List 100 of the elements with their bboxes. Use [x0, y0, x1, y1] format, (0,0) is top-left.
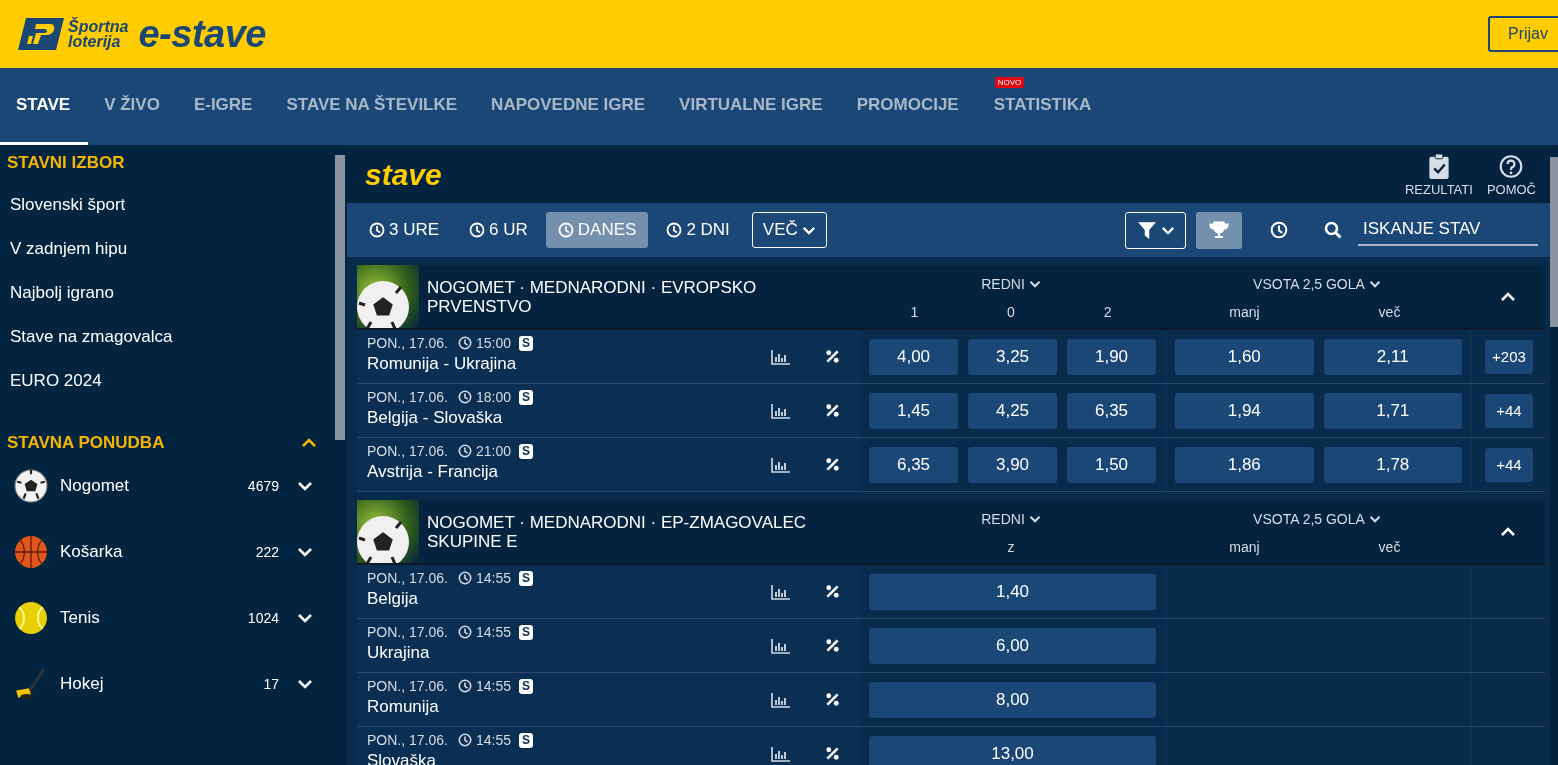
- odds-button[interactable]: 1,71: [1323, 392, 1462, 429]
- odds-button[interactable]: 1,90: [1067, 338, 1156, 375]
- action-link[interactable]: POMOČ: [1486, 182, 1536, 197]
- percent-icon[interactable]: [824, 692, 840, 707]
- event-date: PON., 17.06.: [367, 335, 448, 351]
- event-name[interactable]: Belgija: [367, 589, 756, 609]
- percent-icon[interactable]: [824, 746, 840, 761]
- chevron-icon[interactable]: [297, 547, 313, 557]
- odds-button[interactable]: 6,35: [869, 446, 958, 483]
- column-label: več: [1378, 539, 1401, 555]
- odds-button[interactable]: 1,60: [1175, 338, 1314, 375]
- filter-dropdown[interactable]: [1125, 211, 1186, 249]
- more-bets-button[interactable]: +44: [1485, 447, 1533, 482]
- nav-tab[interactable]: STAVE NA ŠTEVILKE: [270, 90, 476, 145]
- bar-chart-icon[interactable]: [771, 745, 791, 762]
- sport-item[interactable]: Tenis: [60, 608, 248, 628]
- clock-icon[interactable]: [1270, 221, 1288, 239]
- market-dropdown[interactable]: VSOTA 2,5 GOLA: [1253, 511, 1381, 527]
- search-icon[interactable]: [1324, 221, 1342, 239]
- odds-button[interactable]: 6,00: [869, 627, 1156, 664]
- time-filter-button[interactable]: 6 UR: [457, 212, 540, 248]
- event-count: 17: [263, 676, 279, 692]
- bar-chart-icon[interactable]: [771, 456, 791, 473]
- league-title: NOGOMET · MEDNARODNI · EP-ZMAGOVALEC SKUPINE E: [427, 512, 808, 551]
- sport-item[interactable]: Hokej: [60, 674, 264, 694]
- clock-icon: [457, 679, 472, 693]
- action-link[interactable]: REZULTATI: [1405, 182, 1473, 197]
- bar-chart-icon[interactable]: [771, 691, 791, 708]
- help-icon[interactable]: [1499, 153, 1524, 180]
- odds-button[interactable]: 8,00: [869, 681, 1156, 718]
- login-button[interactable]: Prijav: [1488, 16, 1558, 52]
- caret-icon[interactable]: [301, 438, 317, 448]
- time-filter-button[interactable]: 3 URE: [357, 212, 452, 248]
- odds-button[interactable]: 1,78: [1323, 446, 1462, 483]
- sidebar-item[interactable]: Slovenski šport: [0, 183, 335, 227]
- nav-tab[interactable]: V ŽIVO: [88, 90, 178, 145]
- event-name[interactable]: Romunija: [367, 697, 756, 717]
- bar-chart-icon[interactable]: [771, 583, 791, 600]
- more-bets-button[interactable]: +203: [1485, 339, 1533, 374]
- sidebar-item[interactable]: Najbolj igrano: [0, 271, 335, 315]
- percent-icon[interactable]: [824, 403, 840, 418]
- sport-item[interactable]: Nogomet: [60, 476, 248, 496]
- trophy-filter-button[interactable]: [1196, 211, 1242, 249]
- percent-icon[interactable]: [824, 584, 840, 599]
- odds-button[interactable]: 1,86: [1175, 446, 1314, 483]
- nav-tab[interactable]: STATISTIKA: [976, 90, 1109, 145]
- odds-button[interactable]: 13,00: [869, 735, 1156, 765]
- chevron-icon: [1028, 280, 1041, 288]
- nav-tab[interactable]: VIRTUALNE IGRE: [663, 90, 841, 145]
- odds-button[interactable]: 1,50: [1067, 446, 1156, 483]
- nav-tab[interactable]: E-IGRE: [177, 90, 271, 145]
- sidebar-item[interactable]: Stave na zmagovalca: [0, 315, 335, 359]
- event-name[interactable]: Romunija - Ukrajina: [367, 354, 756, 374]
- bar-chart-icon[interactable]: [771, 402, 791, 419]
- odds-button[interactable]: 1,40: [869, 573, 1156, 610]
- scrollbar-thumb[interactable]: [335, 155, 345, 440]
- more-bets-button[interactable]: +44: [1485, 393, 1533, 428]
- market-dropdown[interactable]: VSOTA 2,5 GOLA: [1253, 276, 1381, 292]
- odds-button[interactable]: 1,94: [1175, 392, 1314, 429]
- event-name[interactable]: Belgija - Slovaška: [367, 408, 756, 428]
- league-title: NOGOMET · MEDNARODNI · EVROPSKO PRVENSTVO: [427, 277, 758, 316]
- event-time: 14:55: [475, 624, 511, 640]
- percent-icon[interactable]: [824, 457, 840, 472]
- market-dropdown[interactable]: REDNI: [981, 511, 1041, 527]
- chevron-icon[interactable]: [1499, 291, 1516, 302]
- percent-icon[interactable]: [824, 349, 840, 364]
- nav-tab[interactable]: PROMOCIJE: [840, 90, 977, 145]
- event-name[interactable]: Avstrija - Francija: [367, 462, 756, 482]
- event-time: 18:00: [475, 389, 511, 405]
- search-field[interactable]: ISKANJE STAV: [1358, 214, 1538, 246]
- chevron-icon[interactable]: [297, 679, 313, 689]
- chevron-icon: [1160, 225, 1175, 235]
- odds-button[interactable]: 4,25: [968, 392, 1057, 429]
- event-name[interactable]: Ukrajina: [367, 643, 756, 663]
- scrollbar-thumb[interactable]: [1550, 157, 1558, 327]
- clock-icon: [469, 222, 486, 238]
- percent-icon[interactable]: [824, 638, 840, 653]
- odds-button[interactable]: 3,90: [968, 446, 1057, 483]
- sidebar-item[interactable]: V zadnjem hipu: [0, 227, 335, 271]
- clipboard-check-icon[interactable]: [1426, 153, 1451, 180]
- market-dropdown[interactable]: REDNI: [981, 276, 1041, 292]
- odds-button[interactable]: 1,45: [869, 392, 958, 429]
- odds-button[interactable]: 2,11: [1323, 338, 1462, 375]
- chevron-icon[interactable]: [297, 613, 313, 623]
- stream-badge: S: [519, 570, 533, 586]
- stream-badge: S: [519, 335, 533, 351]
- chevron-icon[interactable]: [297, 481, 313, 491]
- bar-chart-icon[interactable]: [771, 348, 791, 365]
- more-dropdown[interactable]: VEČ: [751, 212, 827, 248]
- column-label: z: [1007, 539, 1015, 555]
- chevron-icon: [1028, 515, 1041, 523]
- time-filter-button[interactable]: 2 DNI: [654, 212, 742, 248]
- nav-tab[interactable]: NAPOVEDNE IGRE: [475, 90, 664, 145]
- bar-chart-icon[interactable]: [771, 637, 791, 654]
- odds-button[interactable]: 3,25: [968, 338, 1057, 375]
- sport-item[interactable]: Košarka: [60, 542, 256, 562]
- chevron-icon[interactable]: [1499, 526, 1516, 537]
- odds-button[interactable]: 6,35: [1067, 392, 1156, 429]
- odds-button[interactable]: 4,00: [869, 338, 958, 375]
- sidebar-item[interactable]: EURO 2024: [0, 359, 335, 403]
